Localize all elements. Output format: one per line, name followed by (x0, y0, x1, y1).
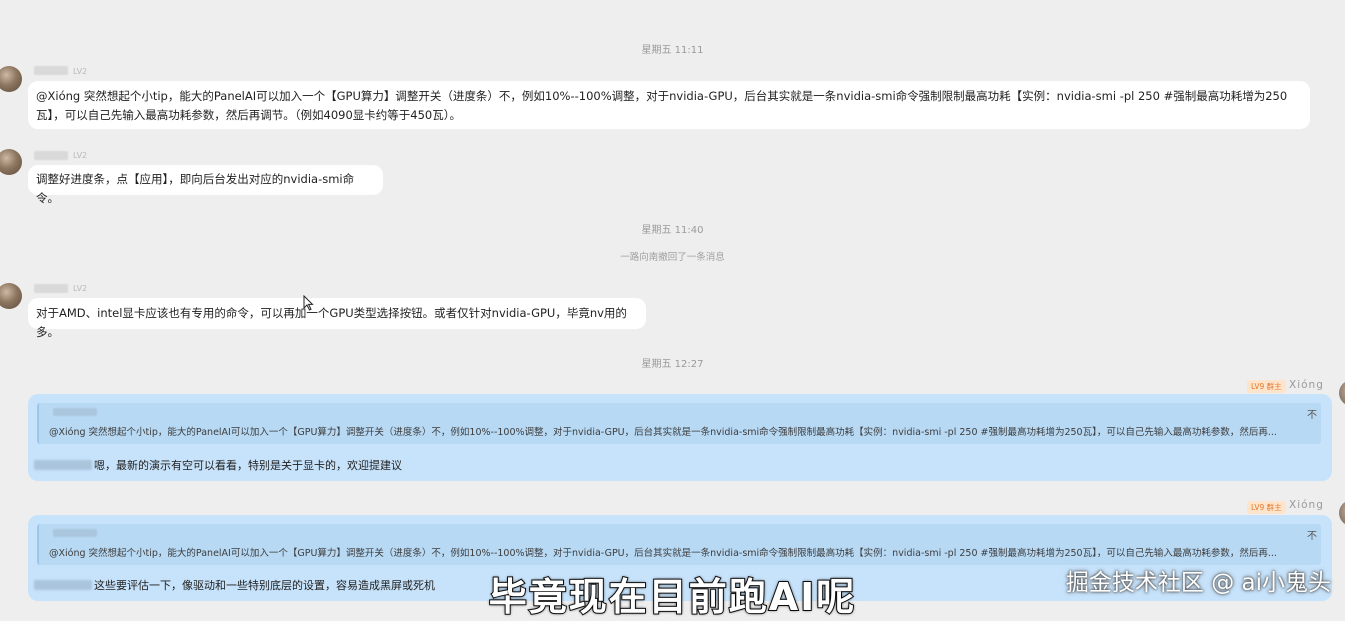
quoted-message[interactable]: @Xióng 突然想起个小tip，能大的PanelAI可以加入一个【GPU算力】… (37, 524, 1321, 565)
level-badge: LV2 (73, 284, 88, 293)
quoted-text: @Xióng 突然想起个小tip，能大的PanelAI可以加入一个【GPU算力】… (49, 548, 1277, 559)
sender-avatar[interactable] (0, 66, 22, 92)
level-badge: LV2 (73, 67, 88, 76)
mouse-cursor-icon (303, 295, 314, 311)
self-avatar[interactable] (1339, 380, 1345, 406)
owner-badge: LV9 群主 (1247, 501, 1286, 514)
sender-avatar[interactable] (0, 283, 22, 309)
reply-text-line: 嗯，最新的演示有空可以看看，特别是关于显卡的，欢迎提建议 (34, 457, 402, 473)
message-bubble[interactable]: 调整好进度条，点【应用】，即向后台发出对应的nvidia-smi命令。 (28, 165, 383, 205)
timestamp: 星期五 12:27 (641, 359, 704, 370)
sender-name-blurred (34, 66, 68, 75)
sender-name-blurred (34, 151, 68, 160)
sender-name-blurred (34, 284, 68, 293)
message-bubble[interactable]: 对于AMD、intel显卡应该也有专用的命令，可以再加一个GPU类型选择按钮。或… (28, 298, 646, 339)
message-text: @Xióng 突然想起个小tip，能大的PanelAI可以加入一个【GPU算力】… (36, 89, 1288, 122)
quote-close-icon[interactable]: 不 (1307, 527, 1317, 542)
reply-bubble[interactable]: @Xióng 突然想起个小tip，能大的PanelAI可以加入一个【GPU算力】… (28, 394, 1332, 481)
quoted-sender-blurred (53, 529, 97, 537)
timestamp: 星期五 11:40 (641, 225, 704, 236)
quoted-text: @Xióng 突然想起个小tip，能大的PanelAI可以加入一个【GPU算力】… (49, 427, 1277, 438)
quote-close-icon[interactable]: 不 (1307, 406, 1317, 421)
reply-text: 嗯，最新的演示有空可以看看，特别是关于显卡的，欢迎提建议 (94, 459, 402, 472)
timestamp: 星期五 11:11 (641, 45, 704, 56)
sender-name: Xióng (1289, 379, 1324, 391)
recall-notice: 一路向南撤回了一条消息 (620, 252, 725, 263)
self-avatar[interactable] (1339, 500, 1345, 526)
owner-badge: LV9 群主 (1247, 380, 1286, 393)
quoted-message[interactable]: @Xióng 突然想起个小tip，能大的PanelAI可以加入一个【GPU算力】… (37, 403, 1321, 444)
message-text: 对于AMD、intel显卡应该也有专用的命令，可以再加一个GPU类型选择按钮。或… (36, 306, 627, 339)
sender-name: Xióng (1289, 499, 1324, 511)
message-bubble[interactable]: @Xióng 突然想起个小tip，能大的PanelAI可以加入一个【GPU算力】… (28, 81, 1310, 129)
message-text: 调整好进度条，点【应用】，即向后台发出对应的nvidia-smi命令。 (36, 172, 355, 205)
watermark: 掘金技术社区 @ ai小鬼头 (1065, 570, 1331, 596)
level-badge: LV2 (73, 151, 88, 160)
sender-avatar[interactable] (0, 149, 22, 175)
quoted-sender-blurred (53, 408, 97, 416)
mention-blurred (34, 460, 92, 470)
